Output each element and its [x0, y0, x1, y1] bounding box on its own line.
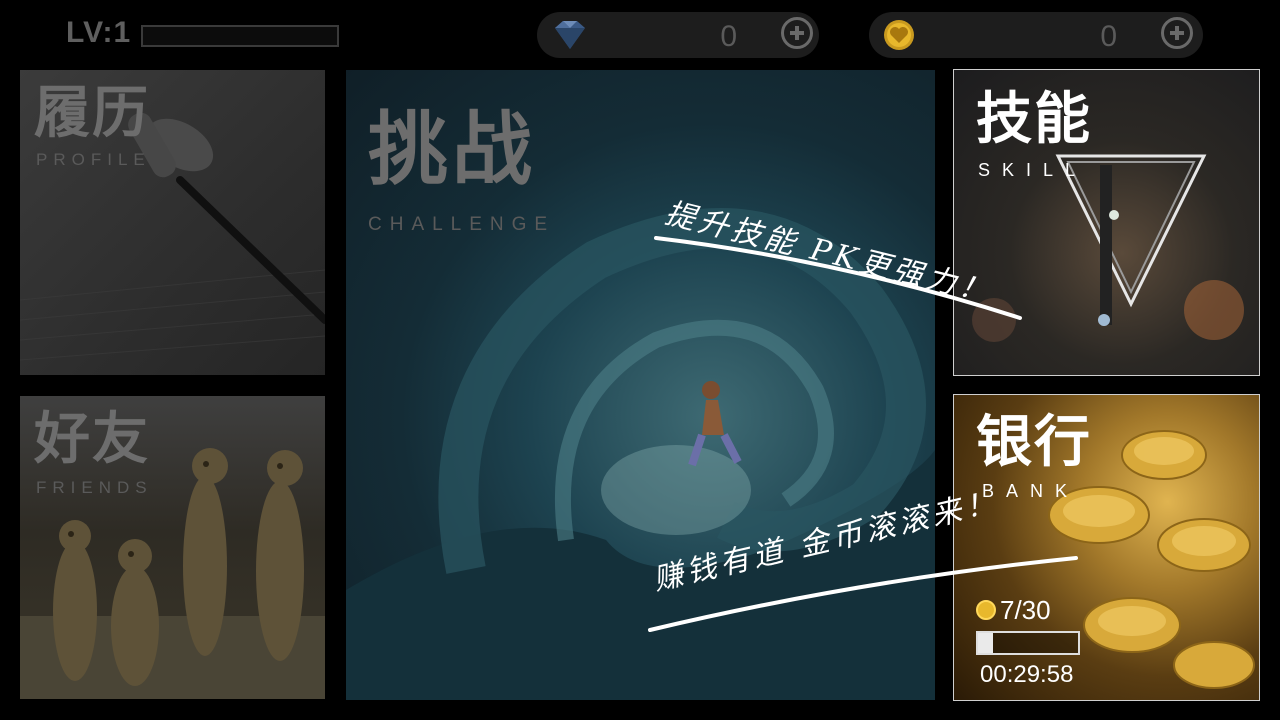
friends-title: 好友: [34, 407, 150, 472]
xp-progress-bar: [141, 25, 339, 47]
skill-title: 技能: [976, 87, 1092, 152]
add-gems-button[interactable]: [781, 17, 813, 49]
profile-subtitle: PROFILE: [36, 150, 151, 169]
gem-counter: 0: [537, 12, 819, 58]
friends-subtitle: FRIENDS: [36, 478, 153, 497]
profile-tile[interactable]: 履历 PROFILE: [20, 70, 325, 375]
challenge-subtitle: CHALLENGE: [368, 214, 556, 235]
heart-coin-icon: [884, 20, 914, 50]
level-label: LV:1: [66, 16, 132, 49]
heart-coin-counter: 0: [869, 12, 1203, 58]
bank-title: 银行: [976, 410, 1092, 475]
challenge-title: 挑战: [368, 103, 536, 196]
profile-title: 履历: [34, 81, 150, 146]
bank-timer: 00:29:58: [980, 661, 1074, 688]
friends-tile[interactable]: 好友 FRIENDS: [20, 396, 325, 699]
skill-subtitle: SKILL: [978, 160, 1088, 180]
gem-count: 0: [720, 20, 737, 53]
add-heart-coins-button[interactable]: [1161, 17, 1193, 49]
diamond-icon: [555, 21, 585, 49]
heart-coin-count: 0: [1100, 20, 1117, 53]
